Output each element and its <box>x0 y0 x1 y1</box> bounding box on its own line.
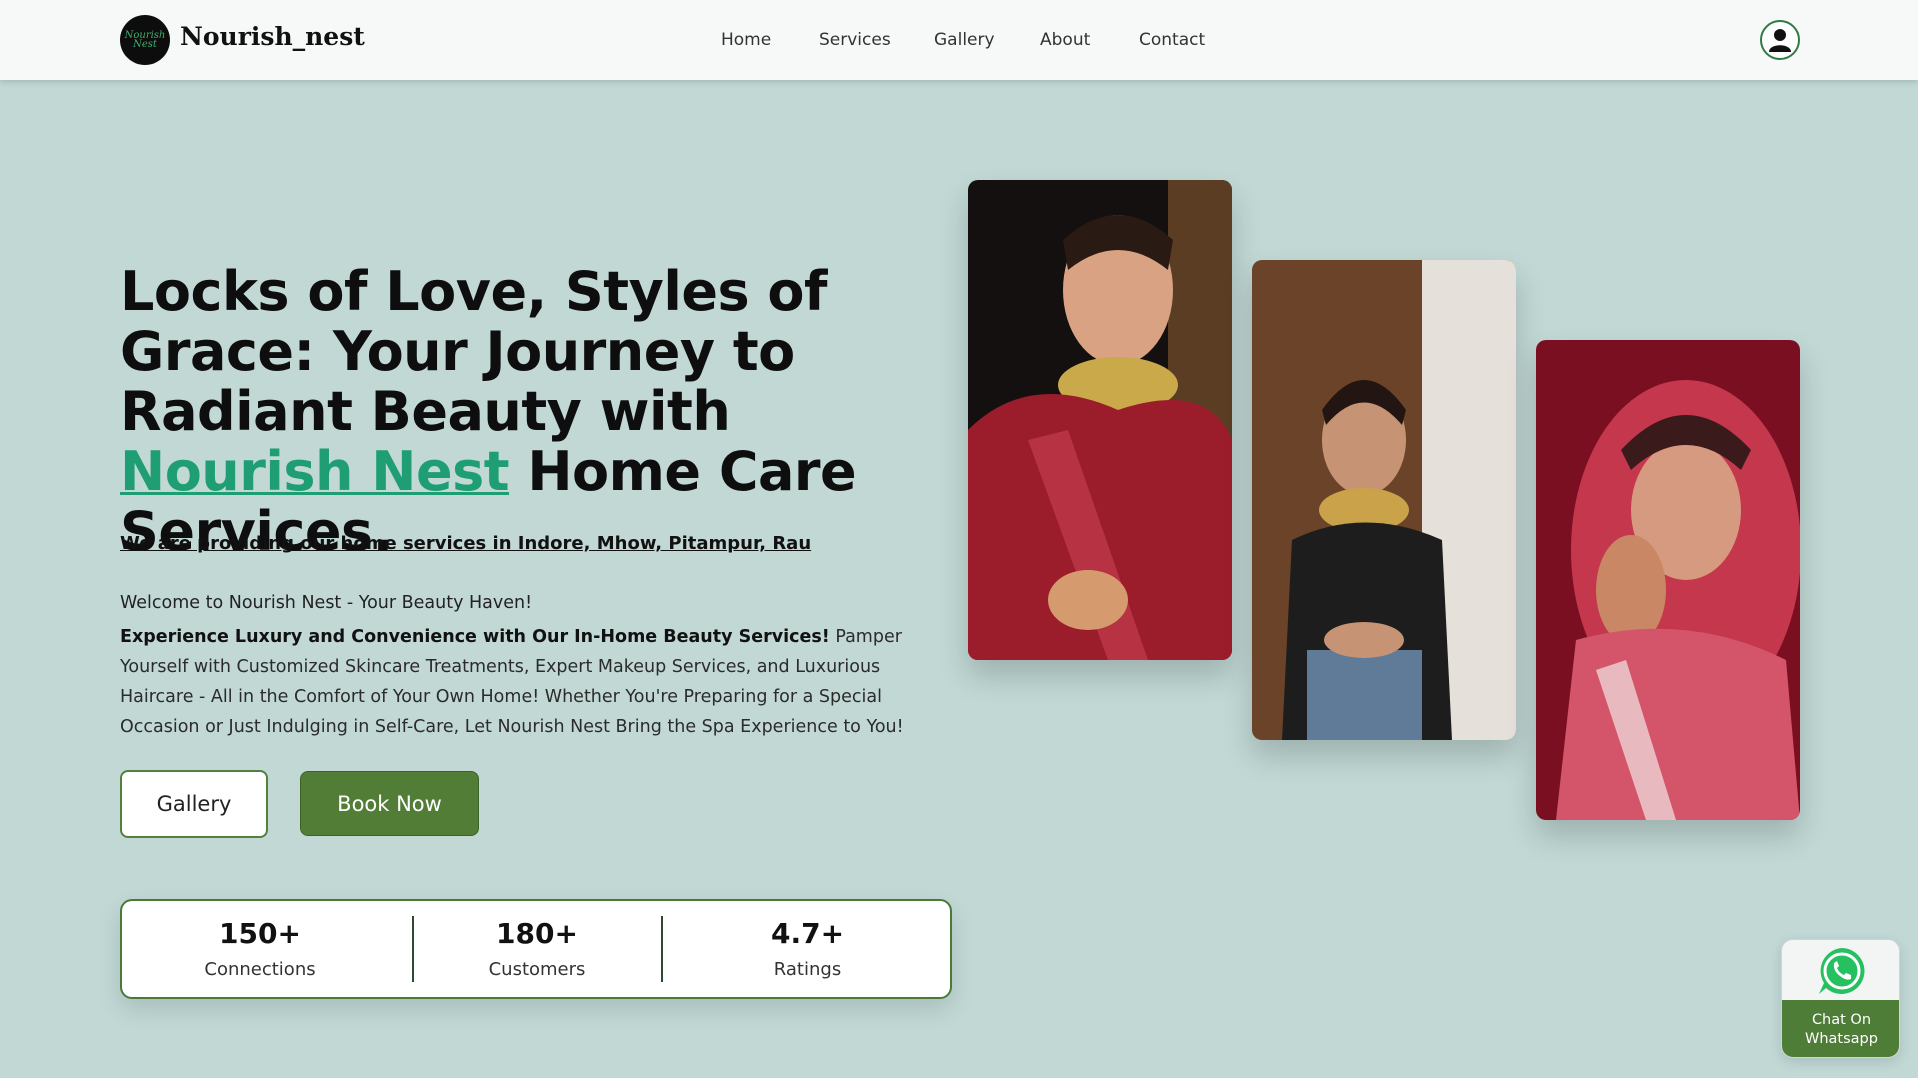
gallery-photo-2[interactable] <box>1252 260 1516 740</box>
service-areas: We are providing our home services in In… <box>120 533 812 554</box>
gallery-button[interactable]: Gallery <box>120 770 268 838</box>
nav-about[interactable]: About <box>1040 30 1090 50</box>
stat-value: 180+ <box>496 917 578 950</box>
stat-connections: 150+ Connections <box>122 901 398 1001</box>
whatsapp-chat-button[interactable]: Chat On Whatsapp <box>1781 939 1900 1058</box>
description-bold: Experience Luxury and Convenience with O… <box>120 627 830 647</box>
nav-gallery[interactable]: Gallery <box>934 30 995 50</box>
bride-photo-image <box>1252 260 1516 740</box>
hero-description: Experience Luxury and Convenience with O… <box>120 622 950 742</box>
profile-button[interactable] <box>1760 20 1800 60</box>
nav-services[interactable]: Services <box>819 30 891 50</box>
book-now-button[interactable]: Book Now <box>300 771 479 836</box>
user-circle-icon <box>1769 29 1791 52</box>
stat-value: 4.7+ <box>770 917 845 950</box>
whatsapp-icon <box>1819 948 1865 994</box>
stats-card: 150+ Connections 180+ Customers 4.7+ Rat… <box>120 899 952 999</box>
hero-title: Locks of Love, Styles of Grace: Your Jou… <box>120 262 960 562</box>
stat-value: 150+ <box>219 917 301 950</box>
whatsapp-label: Chat On Whatsapp <box>1782 1000 1899 1057</box>
gallery-photo-3[interactable] <box>1536 340 1800 820</box>
nav-home[interactable]: Home <box>721 30 771 50</box>
bride-photo-image <box>1536 340 1800 820</box>
whatsapp-label-line2: Whatsapp <box>1805 1031 1878 1047</box>
gallery-photo-1[interactable] <box>968 180 1232 660</box>
main-nav: Home Services Gallery About Contact <box>0 30 1918 54</box>
stat-label: Connections <box>204 959 316 980</box>
whatsapp-label-line1: Chat On <box>1811 1012 1872 1028</box>
hero-title-accent[interactable]: Nourish Nest <box>120 440 510 503</box>
stat-label: Customers <box>488 959 586 980</box>
hero-title-part1: Locks of Love, Styles of Grace: Your Jou… <box>120 260 827 443</box>
stat-label: Ratings <box>773 959 842 980</box>
bride-photo-image <box>968 180 1232 660</box>
site-header: Nourish Nest Nourish_nest Home Services … <box>0 0 1918 80</box>
nav-contact[interactable]: Contact <box>1139 30 1205 50</box>
stat-customers: 180+ Customers <box>414 901 660 1001</box>
welcome-text: Welcome to Nourish Nest - Your Beauty Ha… <box>120 593 533 613</box>
stat-ratings: 4.7+ Ratings <box>663 901 952 1001</box>
